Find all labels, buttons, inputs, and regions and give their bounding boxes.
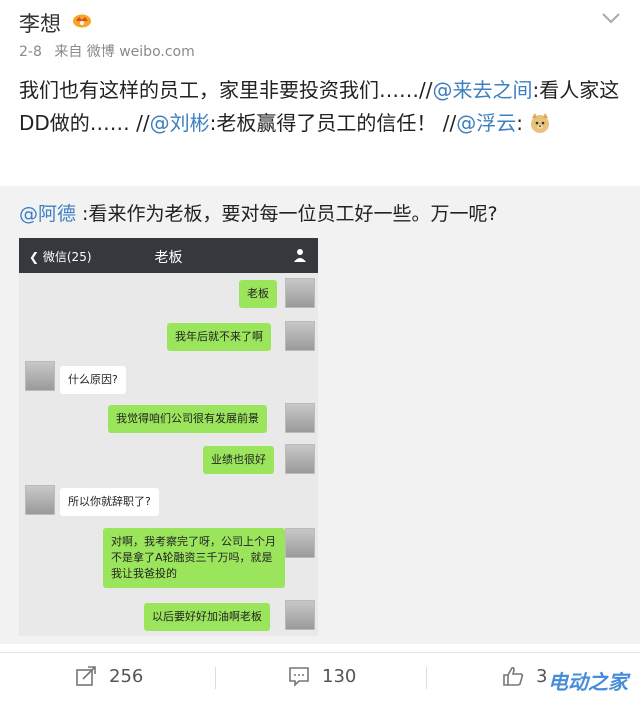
chevron-down-icon[interactable]	[600, 10, 622, 26]
like-button[interactable]: 3	[502, 665, 547, 691]
avatar	[285, 278, 315, 308]
comment-icon	[289, 667, 309, 687]
mention-laiquzhijian[interactable]: @来去之间	[432, 78, 532, 102]
post-date: 2-8	[19, 44, 42, 60]
avatar	[285, 444, 315, 474]
mention-ade[interactable]: @阿德	[19, 203, 76, 225]
divider	[215, 667, 216, 689]
doge-emoji-icon	[531, 113, 550, 133]
mention-liubin[interactable]: @刘彬	[150, 111, 210, 135]
like-count: 3	[536, 665, 548, 687]
chat-bubble-in: 所以你就辞职了?	[60, 488, 159, 516]
post-text-1: 我们也有这样的员工，家里非要投资我们……//	[19, 78, 433, 102]
mention-fuyun[interactable]: @浮云	[456, 111, 516, 135]
person-icon	[294, 249, 306, 262]
chat-bubble-out: 以后要好好加油啊老板	[144, 603, 270, 631]
chat-bubble-out: 我觉得咱们公司很有发展前景	[108, 405, 267, 433]
repost-text: @阿德 :看来作为老板，要对每一位员工好一些。万一呢?	[19, 199, 498, 226]
chat-screenshot[interactable]: ❮ 微信(25) 老板 老板 我年后就不来了啊 什么原因? 我觉得咱们公司很有发…	[19, 238, 318, 636]
avatar	[285, 600, 315, 630]
chat-bubble-out: 对啊，我考察完了呀，公司上个月不是拿了A轮融资三千万吗，就是我让我爸投的	[103, 528, 285, 588]
crown-badge-icon	[73, 14, 91, 28]
repost-button[interactable]: 256	[75, 665, 143, 691]
repost-count: 256	[109, 665, 144, 687]
post-header: 李想 2-8 来自 微博 weibo.com	[0, 0, 640, 64]
thumbs-up-icon	[503, 666, 524, 686]
comment-button[interactable]: 130	[288, 665, 356, 691]
share-icon	[76, 666, 96, 686]
avatar	[285, 403, 315, 433]
avatar	[25, 485, 55, 515]
action-bar: 256 130 3	[0, 652, 640, 702]
repost-card: @阿德 :看来作为老板，要对每一位员工好一些。万一呢? ❮ 微信(25) 老板 …	[0, 186, 640, 644]
post-text-4: :	[516, 111, 523, 135]
repost-comment: :看来作为老板，要对每一位员工好一些。万一呢?	[76, 203, 498, 225]
site-watermark: 电动之家	[548, 670, 628, 694]
post-meta: 2-8 来自 微博 weibo.com	[19, 41, 195, 61]
chat-bubble-out: 我年后就不来了啊	[167, 323, 271, 351]
comment-count: 130	[322, 665, 357, 687]
avatar	[25, 361, 55, 391]
divider	[426, 667, 427, 689]
post-text-3: :老板赢得了员工的信任！ //	[209, 111, 457, 135]
chat-bubble-out: 业绩也很好	[203, 446, 274, 474]
avatar	[285, 528, 315, 558]
post-body: 我们也有这样的员工，家里非要投资我们……//@来去之间:看人家这DD做的…… /…	[19, 74, 624, 140]
post-source: 来自 微博 weibo.com	[54, 44, 195, 60]
chat-title: 老板	[154, 250, 183, 266]
chat-navbar: ❮ 微信(25) 老板	[19, 238, 318, 273]
chat-bubble-out: 老板	[239, 280, 277, 308]
chat-bubble-in: 什么原因?	[60, 366, 126, 394]
username[interactable]: 李想	[19, 8, 61, 38]
avatar	[285, 321, 315, 351]
